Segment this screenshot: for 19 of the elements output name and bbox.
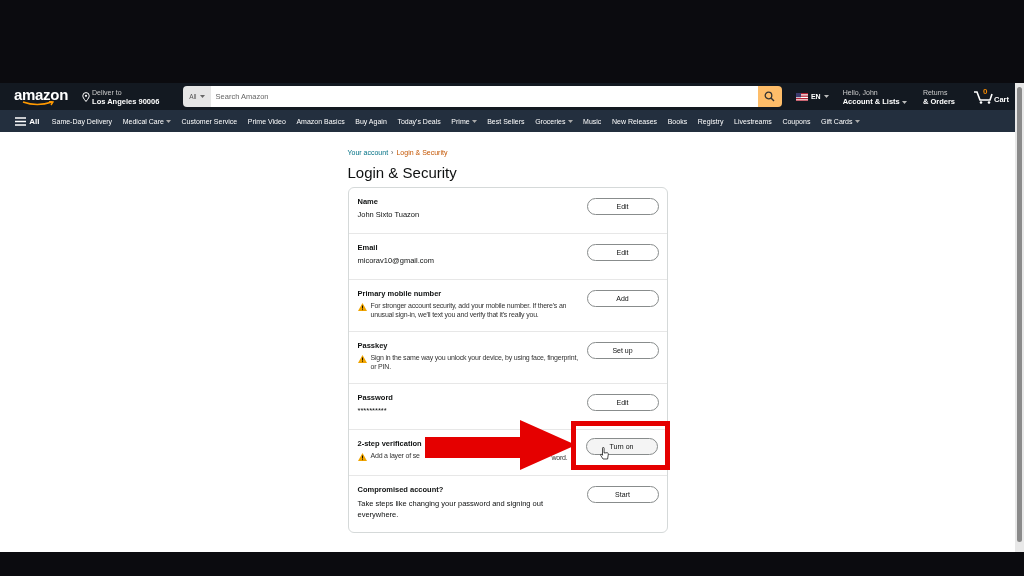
warning-icon [357, 355, 367, 363]
location-pin-icon [82, 91, 91, 102]
caret-icon [199, 95, 205, 98]
caret-icon [823, 95, 829, 98]
page-title: Login & Security [347, 164, 458, 181]
search-button[interactable] [757, 86, 782, 107]
caret-icon [854, 119, 860, 123]
all-menu-button[interactable]: All [10, 116, 47, 126]
warning-icon [357, 453, 367, 461]
search-icon [764, 91, 776, 102]
caret-icon [471, 119, 477, 123]
caret-icon [567, 119, 573, 123]
warning-icon [357, 303, 367, 311]
scrollbar-thumb[interactable] [1017, 87, 1022, 542]
hand-cursor-icon [599, 447, 609, 460]
caret-icon [901, 100, 907, 104]
amazon-logo[interactable]: amazon [12, 87, 75, 106]
menu-icon [15, 116, 27, 126]
caret-icon [165, 119, 171, 123]
